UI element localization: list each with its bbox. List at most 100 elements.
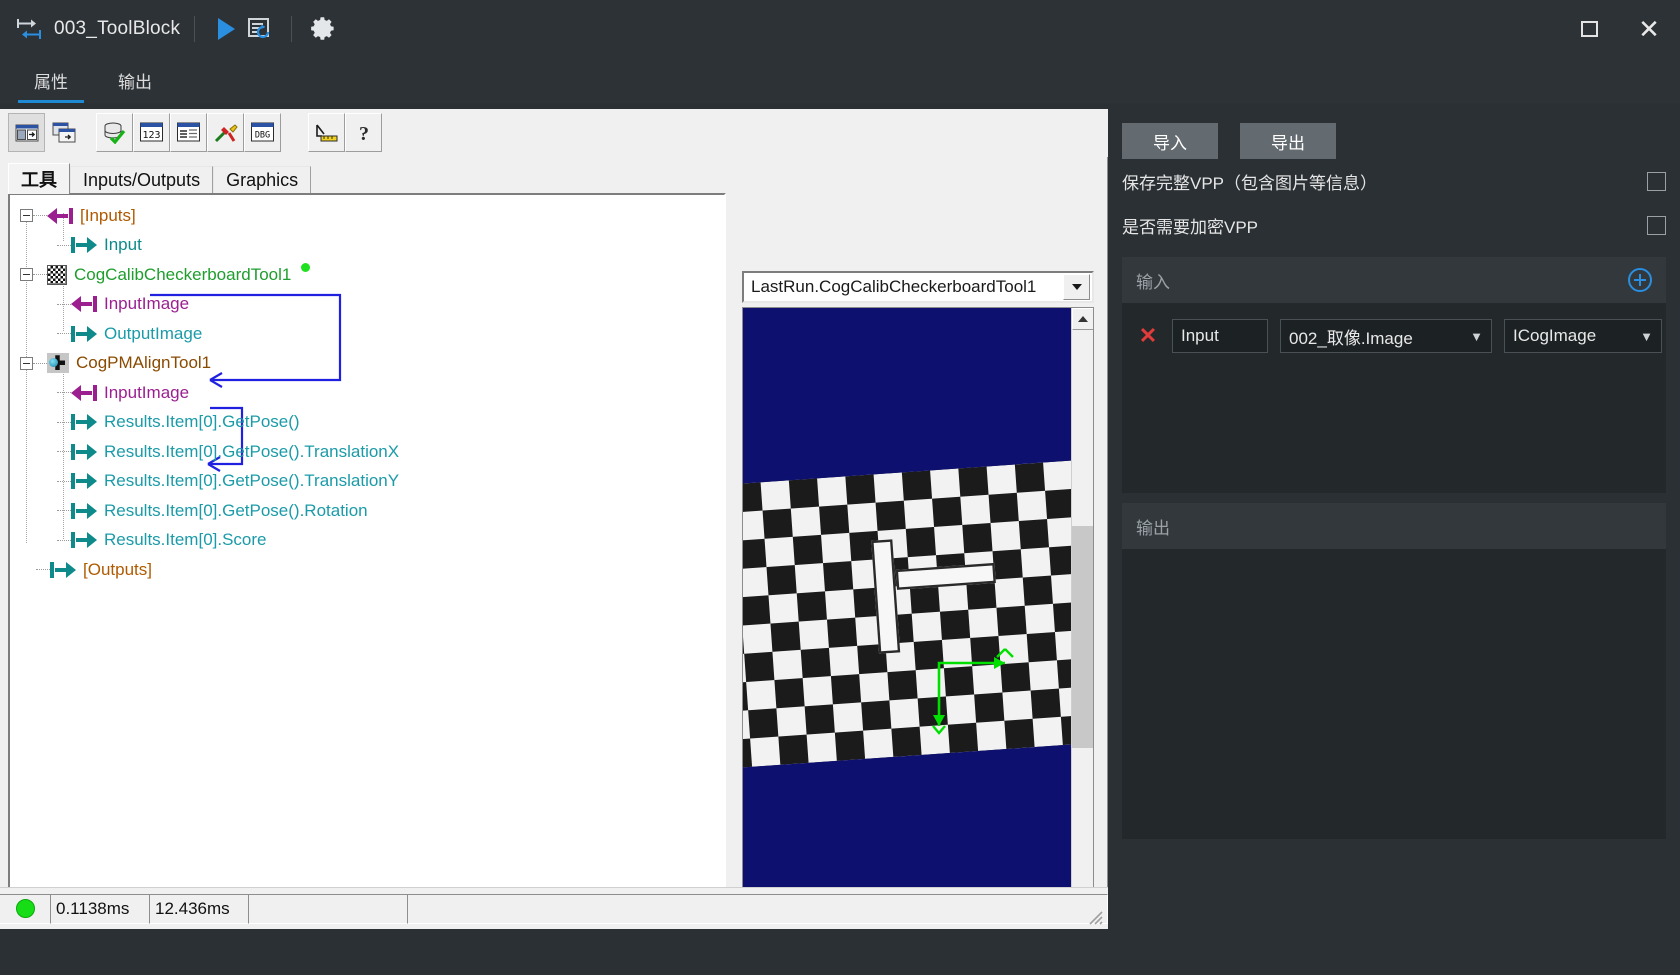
tree-node-result[interactable]: Results.Item[0].GetPose().TranslationY — [20, 467, 724, 497]
tree-guide — [57, 480, 71, 482]
tab-tools[interactable]: 工具 — [8, 163, 70, 194]
bottom-strip — [0, 929, 1680, 975]
record-selector-value: LastRun.CogCalibCheckerboardTool1 — [751, 277, 1037, 296]
input-type-select[interactable]: ICogImage ▼ — [1504, 319, 1662, 353]
properties-list-icon[interactable] — [170, 113, 207, 152]
scroll-up-icon[interactable] — [1072, 308, 1093, 330]
tab-inputs-outputs[interactable]: Inputs/Outputs — [70, 166, 214, 194]
input-section-header: 输入 — [1122, 257, 1666, 303]
arrow-out-teal-icon — [71, 325, 97, 343]
tree-node-cogpmaligntool1[interactable]: CogPMAlignTool1 — [20, 349, 724, 379]
arrow-in-purple-icon — [71, 295, 97, 313]
tree-node-inputimage[interactable]: InputImage — [20, 378, 724, 408]
tree-guide — [57, 303, 71, 305]
checkbox-encrypt-vpp[interactable] — [1647, 215, 1666, 235]
arrow-out-teal-icon — [71, 502, 97, 520]
tab-graphics[interactable]: Graphics — [213, 166, 312, 194]
tree-node-result[interactable]: Results.Item[0].GetPose().Rotation — [20, 496, 724, 526]
tree-node-label: [Outputs] — [83, 559, 152, 579]
import-button[interactable]: 导入 — [1122, 123, 1218, 159]
input-section-title: 输入 — [1136, 272, 1170, 292]
output-section-header: 输出 — [1122, 503, 1666, 549]
arrow-out-teal-icon — [50, 561, 76, 579]
image-canvas-container[interactable]: ❮ ❯ — [742, 307, 1094, 945]
tree-guide — [33, 274, 47, 276]
play-icon[interactable] — [209, 12, 243, 46]
tree-guide — [33, 215, 47, 217]
show-all-dialogs-icon[interactable] — [45, 113, 82, 152]
record-selector[interactable]: LastRun.CogCalibCheckerboardTool1 — [742, 271, 1094, 303]
vertical-scroll-thumb[interactable] — [1072, 526, 1093, 748]
tree-node-inputs[interactable]: [Inputs] — [20, 201, 724, 231]
status-time-2: 12.436ms — [149, 893, 249, 924]
tree-guide — [57, 451, 71, 453]
run-once-icon[interactable] — [243, 12, 277, 46]
export-button[interactable]: 导出 — [1240, 123, 1336, 159]
viewer-vertical-scrollbar[interactable] — [1071, 308, 1093, 944]
arrow-in-magenta-icon — [47, 207, 73, 225]
tree-guide — [57, 244, 71, 246]
expander-icon[interactable] — [20, 356, 33, 370]
window-title: 003_ToolBlock — [54, 17, 181, 39]
debug-dbg-icon[interactable]: DBG — [244, 113, 281, 152]
image-canvas[interactable] — [743, 308, 1093, 944]
tree-node-outputs[interactable]: [Outputs] — [20, 555, 724, 585]
tree-node-outputimage[interactable]: OutputImage — [20, 319, 724, 349]
chevron-down-icon[interactable] — [1063, 274, 1090, 300]
tree-node-label: Results.Item[0].GetPose().TranslationX — [104, 441, 400, 461]
expander-icon[interactable] — [20, 209, 33, 223]
input-type-value: ICogImage — [1513, 326, 1597, 345]
numeric-123-icon[interactable]: 123 — [133, 113, 170, 152]
cognex-toolblock-editor: 123 DBG ? 工具 Inputs/Outputs Graphics [In… — [0, 109, 1108, 945]
tree-node-label: InputImage — [104, 294, 190, 314]
help-question-icon[interactable]: ? — [345, 113, 382, 152]
toolblock-icon — [12, 12, 46, 46]
coordinate-axes-overlay — [932, 648, 1014, 735]
tree-node-label: [Inputs] — [80, 205, 136, 225]
measure-ruler-icon[interactable] — [308, 113, 345, 152]
tree-node-input[interactable]: Input — [20, 231, 724, 261]
option-encrypt-vpp[interactable]: 是否需要加密VPP — [1108, 203, 1680, 247]
option-label: 是否需要加密VPP — [1122, 217, 1259, 237]
output-mapping-rows — [1122, 549, 1666, 839]
option-save-full-vpp[interactable]: 保存完整VPP（包含图片等信息） — [1108, 159, 1680, 203]
delete-x-icon[interactable]: ✕ — [1136, 323, 1160, 349]
tree-guide — [57, 421, 71, 423]
svg-text:DBG: DBG — [255, 131, 270, 141]
checkbox-save-full-vpp[interactable] — [1647, 171, 1666, 191]
maximize-icon[interactable] — [1576, 16, 1602, 42]
close-icon[interactable]: ✕ — [1636, 16, 1662, 42]
input-name-field[interactable]: Input — [1172, 319, 1268, 353]
svg-text:123: 123 — [142, 130, 160, 141]
divider — [194, 15, 196, 42]
input-source-select[interactable]: 002_取像.Image ▼ — [1280, 319, 1492, 353]
tab-output[interactable]: 输出 — [102, 68, 168, 103]
tree-node-inputimage[interactable]: InputImage — [20, 290, 724, 320]
tools-hammer-icon[interactable] — [207, 113, 244, 152]
tab-properties[interactable]: 属性 — [18, 68, 84, 103]
chevron-down-icon: ▼ — [1470, 328, 1483, 344]
expander-icon[interactable] — [20, 268, 33, 282]
tree-node-result[interactable]: Results.Item[0].GetPose().TranslationX — [20, 437, 724, 467]
status-dot-icon — [301, 263, 311, 272]
tree-node-label: Input — [104, 235, 142, 255]
status-bar: 0.1138ms 12.436ms — [0, 887, 1108, 929]
divider — [291, 15, 293, 42]
add-circle-icon[interactable] — [1628, 268, 1652, 292]
gear-icon[interactable] — [306, 12, 340, 46]
database-check-icon[interactable] — [96, 113, 133, 152]
panel-tabs: 属性 输出 — [0, 57, 1680, 103]
resize-grip[interactable] — [1086, 908, 1104, 926]
title-bar: 003_ToolBlock ✕ — [0, 0, 1680, 57]
tool-tree-panel[interactable]: [Inputs] Input CogCalibCheckerboardTool1… — [8, 193, 726, 893]
arrow-in-purple-icon — [71, 384, 97, 402]
tree-guide — [33, 362, 47, 364]
show-tool-dialog-icon[interactable] — [8, 113, 45, 152]
tree-node-cogcalibcheckerboardtool1[interactable]: CogCalibCheckerboardTool1 — [20, 260, 724, 290]
input-mapping-rows: ✕ Input 002_取像.Image ▼ ICogImage ▼ — [1122, 303, 1666, 493]
tree-node-result[interactable]: Results.Item[0].GetPose() — [20, 408, 724, 438]
import-export-row: 导入 导出 — [1108, 109, 1680, 159]
tree-node-label: Results.Item[0].GetPose().Rotation — [104, 500, 368, 520]
pmalign-icon — [47, 353, 69, 374]
tree-node-result[interactable]: Results.Item[0].Score — [20, 526, 724, 556]
